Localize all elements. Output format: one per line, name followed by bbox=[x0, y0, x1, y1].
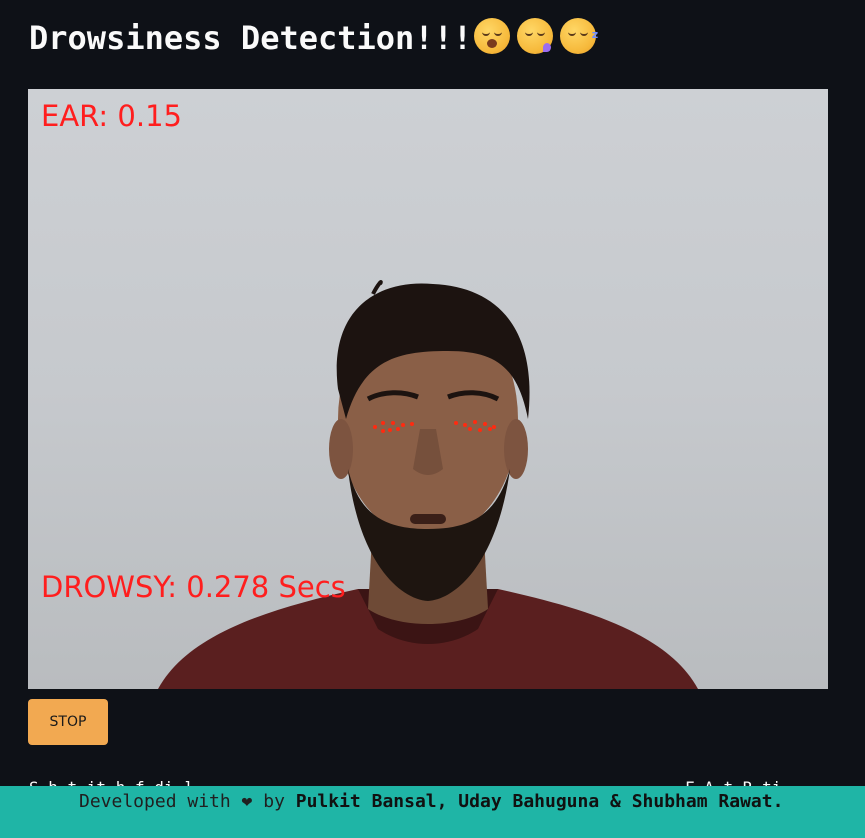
title-emojis: z bbox=[474, 18, 598, 54]
yawning-face-icon bbox=[474, 18, 511, 54]
page-title-text: Drowsiness Detection!!! bbox=[29, 19, 473, 57]
app-page: Drowsiness Detection!!! z EAR: 0.15 DROW… bbox=[0, 0, 865, 838]
stop-button[interactable]: STOP bbox=[28, 699, 108, 745]
page-title: Drowsiness Detection!!! z bbox=[29, 18, 598, 58]
footer-bar: Developed with ❤ by Pulkit Bansal, Uday … bbox=[0, 786, 865, 838]
sleepy-face-icon bbox=[517, 18, 554, 54]
drowsy-timer-label: DROWSY: 0.278 Secs bbox=[41, 570, 346, 604]
webcam-video-feed: EAR: 0.15 DROWSY: 0.278 Secs bbox=[28, 89, 828, 689]
footer-credit: Developed with ❤ by Pulkit Bansal, Uday … bbox=[79, 791, 783, 812]
footer-authors: Pulkit Bansal, Uday Bahuguna & Shubham R… bbox=[295, 791, 784, 812]
ear-value-label: EAR: 0.15 bbox=[41, 99, 182, 133]
footer-prefix: Developed with ❤ by bbox=[79, 791, 296, 812]
sleeping-face-icon: z bbox=[560, 18, 598, 54]
